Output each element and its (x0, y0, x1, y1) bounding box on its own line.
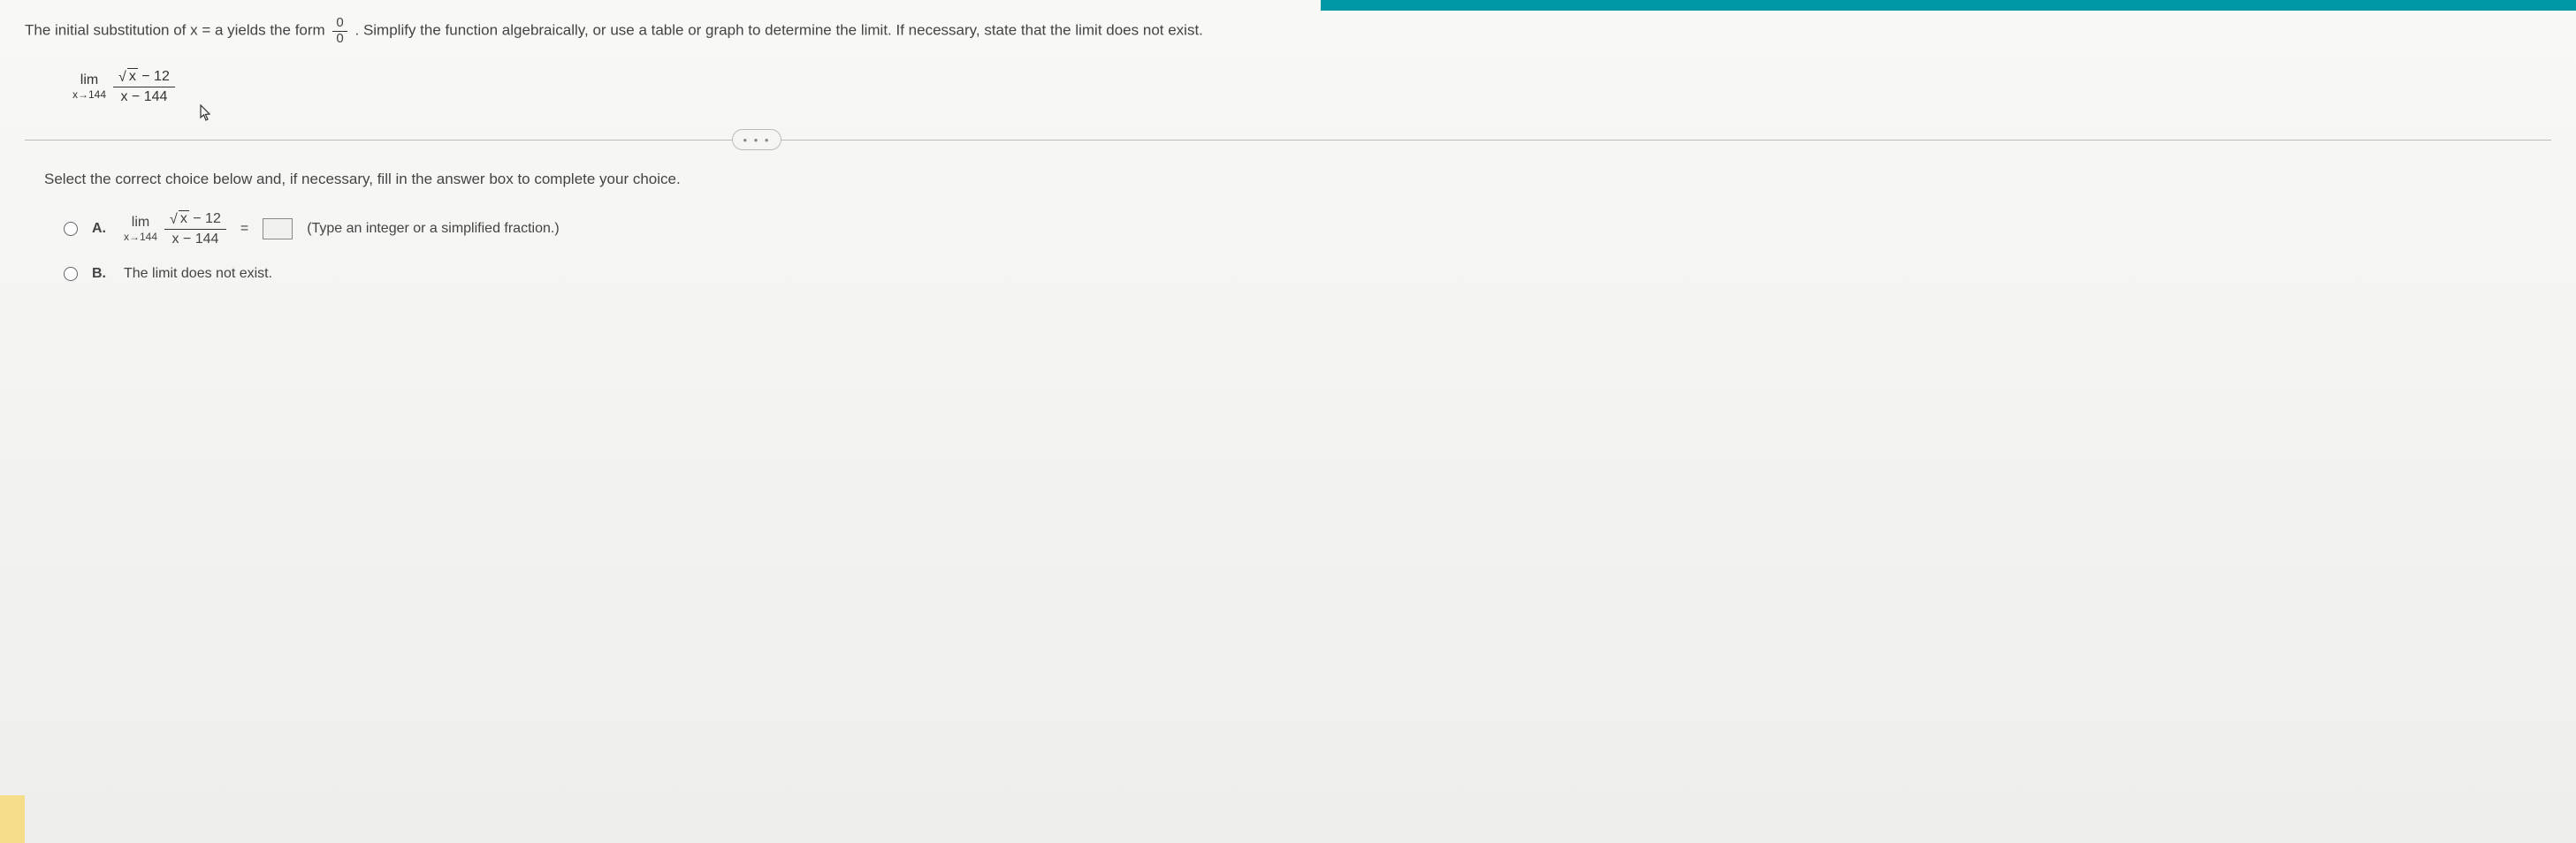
limit-denominator: x − 144 (113, 87, 175, 105)
choice-prompt: Select the correct choice below and, if … (44, 171, 2551, 188)
more-dots-icon: • • • (743, 133, 771, 147)
lim-label: lim (80, 73, 98, 87)
instruction-part2: . Simplify the function algebraically, o… (355, 21, 1203, 38)
limit-numerator: x − 12 (164, 211, 226, 229)
sqrt-expression: x (170, 211, 189, 227)
choice-a-row: A. lim x→144 x − 12 x − 144 = (Type an i… (64, 211, 2551, 247)
answer-input[interactable] (263, 218, 293, 239)
choice-a-letter: A. (92, 221, 110, 237)
equals-sign: = (240, 221, 248, 237)
fraction-denominator: 0 (332, 31, 347, 47)
left-margin-tab (0, 795, 25, 843)
choice-b-row: B. The limit does not exist. (64, 266, 2551, 282)
choice-b-letter: B. (92, 266, 110, 282)
question-content: The initial substitution of x = a yields… (0, 0, 2576, 282)
radio-choice-b[interactable] (64, 267, 78, 281)
main-limit-expression: lim x→144 x − 12 x − 144 (72, 69, 2551, 104)
lim-subscript: x→144 (124, 232, 157, 242)
limit-denominator: x − 144 (164, 229, 226, 247)
numerator-tail: − 12 (138, 69, 170, 84)
radio-choice-a[interactable] (64, 222, 78, 236)
choice-b-text: The limit does not exist. (124, 266, 272, 282)
answer-hint: (Type an integer or a simplified fractio… (307, 221, 559, 237)
instruction-part1: The initial substitution of x = a yields… (25, 21, 329, 38)
lim-subscript: x→144 (72, 89, 106, 100)
limit-fraction: x − 12 x − 144 (113, 69, 175, 104)
instruction-text: The initial substitution of x = a yields… (25, 16, 2551, 46)
more-button[interactable]: • • • (732, 129, 781, 150)
fraction-numerator: 0 (332, 16, 347, 31)
lim-label: lim (132, 216, 149, 230)
limit-operator: lim x→144 (72, 73, 106, 100)
choice-a-expression: lim x→144 x − 12 x − 144 (124, 211, 226, 247)
limit-numerator: x − 12 (113, 69, 175, 87)
header-accent-bar (1321, 0, 2576, 11)
limit-operator: lim x→144 (124, 216, 157, 242)
radicand: x (179, 210, 189, 226)
limit-fraction: x − 12 x − 144 (164, 211, 226, 247)
indeterminate-form-fraction: 0 0 (332, 16, 347, 46)
numerator-tail: − 12 (189, 211, 221, 226)
radicand: x (127, 68, 138, 84)
cursor-icon (200, 104, 212, 122)
answer-choices: A. lim x→144 x − 12 x − 144 = (Type an i… (64, 211, 2551, 282)
sqrt-expression: x (118, 69, 138, 85)
